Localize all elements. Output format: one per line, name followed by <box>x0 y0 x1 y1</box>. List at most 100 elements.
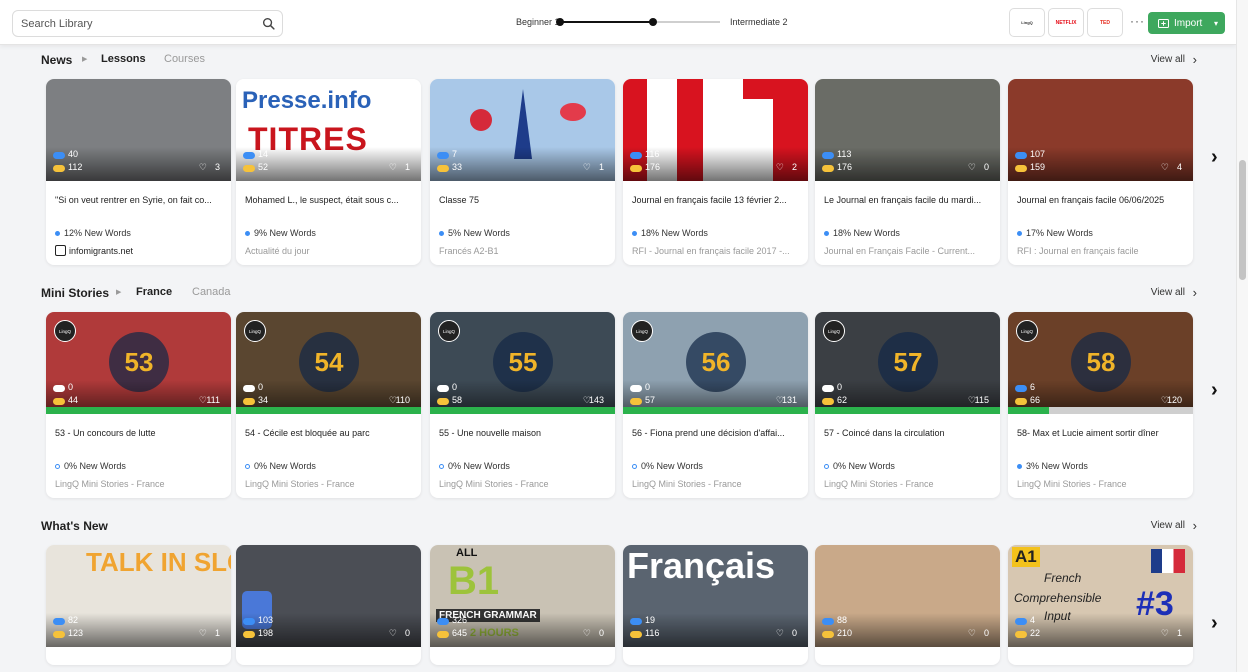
lesson-thumbnail[interactable]: 88 210 ♡ 0 <box>815 545 1000 647</box>
lesson-card[interactable]: TALK IN SLOW 82 123 ♡ 1 <box>46 545 231 665</box>
lesson-title[interactable]: 58- Max et Lucie aiment sortir dîner <box>1017 428 1187 438</box>
lesson-thumbnail[interactable]: TALK IN SLOW 82 123 ♡ 1 <box>46 545 231 647</box>
lesson-title[interactable]: Mohamed L., le suspect, était sous c... <box>245 195 415 205</box>
lesson-card[interactable]: LingQ 58 6 66 ♡ 120 58- Max et Lucie aiment so… <box>1008 312 1193 498</box>
source-button-lingq[interactable]: LingQ <box>1009 8 1045 37</box>
lesson-provider[interactable]: RFI - Journal en français facile 2017 -.… <box>632 246 802 256</box>
carousel-next-arrow-icon[interactable]: › <box>1211 379 1218 402</box>
lesson-provider[interactable]: LingQ Mini Stories - France <box>632 479 802 489</box>
lesson-card[interactable]: A1FrenchComprehensibleInput#3422♡1 <box>1008 545 1193 665</box>
section-tab-0[interactable]: Lessons <box>101 53 146 65</box>
lesson-card[interactable]: 103 198 ♡ 0 <box>236 545 421 665</box>
chevron-right-icon[interactable]: › <box>1193 518 1197 533</box>
search-icon[interactable] <box>262 17 275 30</box>
lesson-thumbnail[interactable]: 116 176 ♡ 2 <box>623 79 808 181</box>
heart-icon[interactable]: ♡ <box>583 628 591 639</box>
lesson-title[interactable]: Journal en français facile 06/06/2025 <box>1017 195 1187 205</box>
lesson-title[interactable]: 56 - Fiona prend une décision d'affai... <box>632 428 802 438</box>
lesson-title[interactable]: 54 - Cécile est bloquée au parc <box>245 428 415 438</box>
lingqs-indicator <box>822 631 834 638</box>
level-slider-max-handle[interactable] <box>648 18 657 26</box>
lesson-title[interactable]: Journal en français facile 13 février 2.… <box>632 195 802 205</box>
new-words-dot-icon <box>1017 231 1022 236</box>
chevron-right-icon[interactable]: › <box>1193 52 1197 67</box>
lesson-card[interactable]: ALLB1FRENCH GRAMMAR2 HOURS326645♡0 <box>430 545 615 665</box>
carousel-next-arrow-icon[interactable]: › <box>1211 612 1218 635</box>
source-button-ted[interactable]: TED <box>1087 8 1123 37</box>
lesson-provider[interactable]: LingQ Mini Stories - France <box>1017 479 1187 489</box>
page-scrollbar[interactable] <box>1236 0 1248 672</box>
view-all-link[interactable]: View all <box>1151 520 1185 531</box>
lesson-provider[interactable]: LingQ Mini Stories - France <box>439 479 609 489</box>
lesson-card[interactable]: LingQ 53 0 44 ♡ 111 53 - Un concours de lutte 0… <box>46 312 231 498</box>
lesson-thumbnail[interactable]: A1FrenchComprehensibleInput#3422♡1 <box>1008 545 1193 647</box>
heart-icon[interactable]: ♡ <box>1161 628 1169 639</box>
lesson-thumbnail[interactable]: 7 33 ♡ 1 <box>430 79 615 181</box>
heart-icon[interactable]: ♡ <box>389 628 397 639</box>
lesson-thumbnail[interactable]: Presse.info TITRES 14 52 ♡ 1 <box>236 79 421 181</box>
heart-icon[interactable]: ♡ <box>776 628 784 639</box>
search-box[interactable] <box>12 10 283 37</box>
heart-icon[interactable]: ♡ <box>199 628 207 639</box>
lesson-card[interactable]: Français 19 116 ♡ 0 <box>623 545 808 665</box>
view-all-link[interactable]: View all <box>1151 287 1185 298</box>
lesson-card[interactable]: 7 33 ♡ 1 Classe 75 5% New Words Francés A2-B1 <box>430 79 615 265</box>
heart-icon[interactable]: ♡ <box>583 162 591 173</box>
lesson-provider[interactable]: LingQ Mini Stories - France <box>824 479 994 489</box>
lesson-title[interactable]: Classe 75 <box>439 195 609 205</box>
lesson-thumbnail[interactable]: 107 159 ♡ 4 <box>1008 79 1193 181</box>
heart-icon[interactable]: ♡ <box>199 162 207 173</box>
lesson-card[interactable]: 107 159 ♡ 4 Journal en français facile 06/06… <box>1008 79 1193 265</box>
heart-icon[interactable]: ♡ <box>1161 162 1169 173</box>
lesson-thumbnail[interactable]: LingQ 53 0 44 ♡ 111 <box>46 312 231 414</box>
lesson-provider[interactable]: RFI : Journal en français facile <box>1017 246 1187 256</box>
lesson-card[interactable]: Presse.info TITRES 14 52 ♡ 1 Mohamed L., le su… <box>236 79 421 265</box>
lesson-title[interactable]: Le Journal en français facile du mardi..… <box>824 195 994 205</box>
lesson-provider[interactable]: LingQ Mini Stories - France <box>55 479 225 489</box>
lesson-card[interactable]: 88 210 ♡ 0 <box>815 545 1000 665</box>
lesson-provider[interactable]: Francés A2-B1 <box>439 246 609 256</box>
search-input[interactable] <box>13 11 253 36</box>
carousel-next-arrow-icon[interactable]: › <box>1211 146 1218 169</box>
lesson-card[interactable]: 40 112 ♡ 3 "Si on veut rentrer en Syrie, on … <box>46 79 231 265</box>
lesson-thumbnail[interactable]: Français 19 116 ♡ 0 <box>623 545 808 647</box>
view-all-link[interactable]: View all <box>1151 54 1185 65</box>
lesson-thumbnail[interactable]: 40 112 ♡ 3 <box>46 79 231 181</box>
heart-icon[interactable]: ♡ <box>776 162 784 173</box>
heart-icon[interactable]: ♡ <box>968 628 976 639</box>
lesson-provider[interactable]: LingQ Mini Stories - France <box>245 479 415 489</box>
import-button[interactable]: Import ▾ <box>1148 12 1225 34</box>
lesson-title[interactable]: 57 - Coincé dans la circulation <box>824 428 994 438</box>
more-options-button[interactable]: ··· <box>1130 14 1145 28</box>
lesson-card[interactable]: 116 176 ♡ 2 Journal en français facile 13 fé… <box>623 79 808 265</box>
lesson-thumbnail[interactable]: 113 176 ♡ 0 <box>815 79 1000 181</box>
section-tab-1[interactable]: Canada <box>192 286 231 298</box>
lesson-card[interactable]: LingQ 54 0 34 ♡ 110 54 - Cécile est bloquée au… <box>236 312 421 498</box>
level-slider[interactable] <box>556 18 720 26</box>
heart-icon[interactable]: ♡ <box>389 162 397 173</box>
section-tab-0[interactable]: France <box>136 286 172 298</box>
level-slider-min-handle[interactable] <box>556 18 564 26</box>
lesson-thumbnail[interactable]: LingQ 56 0 57 ♡ 131 <box>623 312 808 414</box>
heart-icon[interactable]: ♡ <box>968 162 976 173</box>
chevron-right-icon[interactable]: › <box>1193 285 1197 300</box>
lesson-thumbnail[interactable]: LingQ 57 0 62 ♡ 115 <box>815 312 1000 414</box>
lesson-thumbnail[interactable]: ALLB1FRENCH GRAMMAR2 HOURS326645♡0 <box>430 545 615 647</box>
lesson-thumbnail[interactable]: LingQ 54 0 34 ♡ 110 <box>236 312 421 414</box>
source-button-netflix[interactable]: NETFLIX <box>1048 8 1084 37</box>
lesson-card[interactable]: LingQ 57 0 62 ♡ 115 57 - Coincé dans la circul… <box>815 312 1000 498</box>
lesson-provider[interactable]: infomigrants.net <box>69 246 231 256</box>
lesson-thumbnail[interactable]: LingQ 55 0 58 ♡ 143 <box>430 312 615 414</box>
lesson-title[interactable]: 55 - Une nouvelle maison <box>439 428 609 438</box>
lesson-thumbnail[interactable]: 103 198 ♡ 0 <box>236 545 421 647</box>
lesson-title[interactable]: 53 - Un concours de lutte <box>55 428 225 438</box>
lesson-provider[interactable]: Journal en Français Facile - Current... <box>824 246 994 256</box>
lesson-card[interactable]: LingQ 55 0 58 ♡ 143 55 - Une nouvelle maison 0%… <box>430 312 615 498</box>
lesson-card[interactable]: LingQ 56 0 57 ♡ 131 56 - Fiona prend une décis… <box>623 312 808 498</box>
lesson-thumbnail[interactable]: LingQ 58 6 66 ♡ 120 <box>1008 312 1193 414</box>
lesson-provider[interactable]: Actualité du jour <box>245 246 415 256</box>
section-tab-1[interactable]: Courses <box>164 53 205 65</box>
lesson-title[interactable]: "Si on veut rentrer en Syrie, on fait co… <box>55 195 225 205</box>
scrollbar-thumb[interactable] <box>1239 160 1246 280</box>
lesson-card[interactable]: 113 176 ♡ 0 Le Journal en français facile du… <box>815 79 1000 265</box>
